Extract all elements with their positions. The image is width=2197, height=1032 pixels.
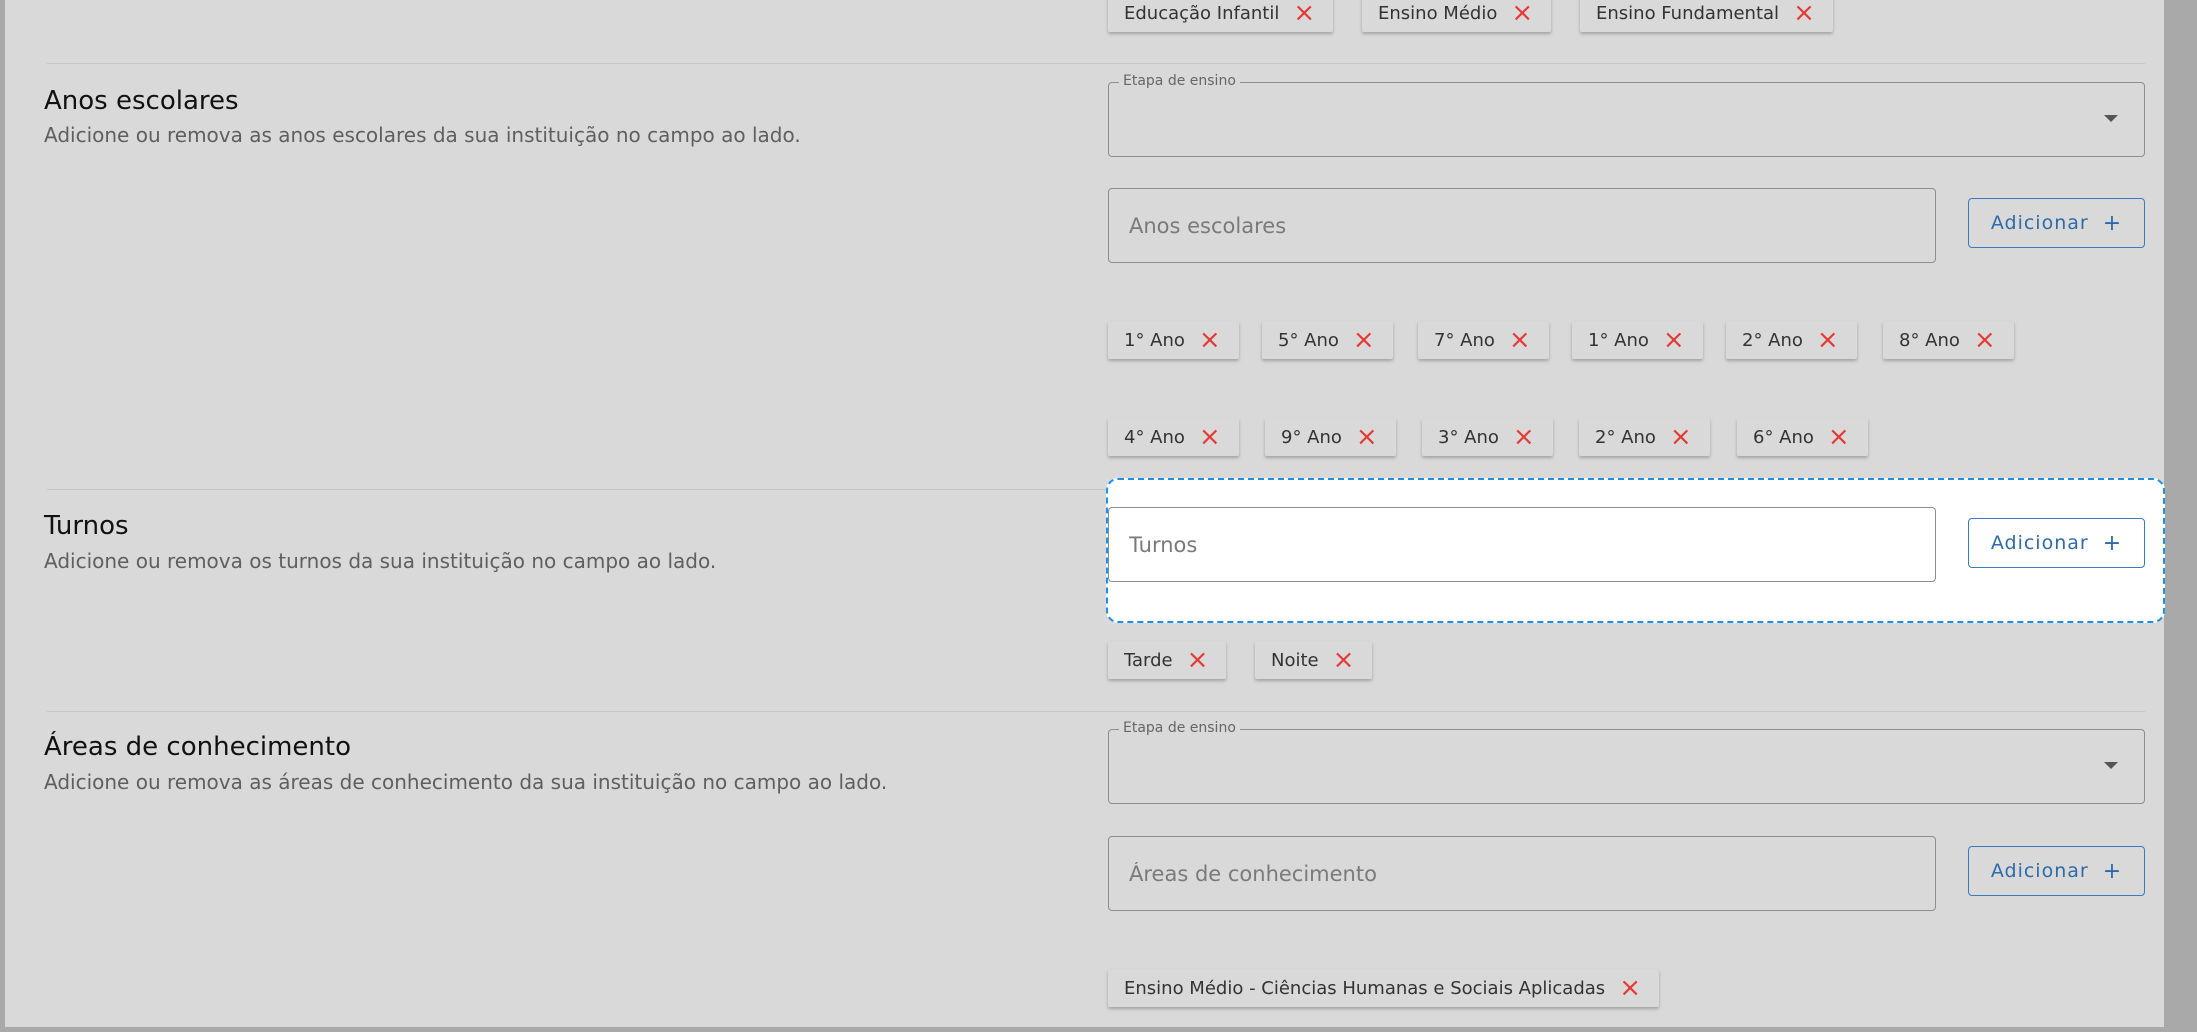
close-icon[interactable]: ×: [1670, 424, 1692, 450]
close-icon[interactable]: ×: [1293, 0, 1315, 26]
select-legend: Etapa de ensino: [1119, 73, 1240, 89]
tag-label: 8° Ano: [1899, 329, 1960, 351]
close-icon[interactable]: ×: [1199, 327, 1221, 353]
tag-etapa: Educação Infantil ×: [1108, 0, 1334, 32]
tag-ano: 2° Ano ×: [1726, 321, 1857, 359]
section-description-areas: Adicione ou remova as áreas de conhecime…: [44, 770, 888, 794]
plus-icon: +: [2102, 858, 2123, 884]
tag-label: 4° Ano: [1124, 426, 1185, 448]
add-areas-button[interactable]: Adicionar +: [1968, 846, 2145, 896]
tag-ano: 1° Ano ×: [1108, 321, 1239, 359]
tag-label: Ensino Médio - Ciências Humanas e Sociai…: [1124, 977, 1606, 999]
plus-icon: +: [2102, 530, 2123, 556]
close-icon[interactable]: ×: [1356, 424, 1378, 450]
close-icon[interactable]: ×: [1793, 0, 1815, 26]
section-description-anos: Adicione ou remova as anos escolares da …: [44, 123, 801, 147]
tag-label: Noite: [1271, 649, 1319, 671]
tag-area: Ensino Médio - Ciências Humanas e Sociai…: [1108, 969, 1659, 1007]
anos-input[interactable]: [1108, 188, 1936, 263]
tag-turno: Tarde ×: [1108, 641, 1227, 679]
select-legend: Etapa de ensino: [1119, 720, 1240, 736]
tag-label: 5° Ano: [1278, 329, 1339, 351]
tag-label: 2° Ano: [1595, 426, 1656, 448]
tag-label: 1° Ano: [1124, 329, 1185, 351]
tag-ano: 2° Ano ×: [1579, 418, 1710, 456]
tag-label: 6° Ano: [1753, 426, 1814, 448]
section-divider: [47, 711, 2145, 712]
section-description-turnos: Adicione ou remova os turnos da sua inst…: [44, 549, 717, 573]
tag-label: Educação Infantil: [1124, 2, 1280, 24]
close-icon[interactable]: ×: [1333, 647, 1355, 673]
section-title-areas: Áreas de conhecimento: [44, 732, 351, 762]
tag-ano: 7° Ano ×: [1418, 321, 1549, 359]
close-icon[interactable]: ×: [1509, 327, 1531, 353]
plus-icon: +: [2102, 210, 2123, 236]
close-icon[interactable]: ×: [1817, 327, 1839, 353]
tag-label: 9° Ano: [1281, 426, 1342, 448]
close-icon[interactable]: ×: [1511, 0, 1533, 26]
tag-ano: 6° Ano ×: [1737, 418, 1868, 456]
tag-ano: 3° Ano ×: [1422, 418, 1553, 456]
tag-ano: 5° Ano ×: [1262, 321, 1393, 359]
tag-label: 3° Ano: [1438, 426, 1499, 448]
tag-etapa: Ensino Médio ×: [1362, 0, 1552, 32]
tag-label: 7° Ano: [1434, 329, 1495, 351]
close-icon[interactable]: ×: [1513, 424, 1535, 450]
areas-input-field[interactable]: [1109, 837, 1935, 910]
tag-label: Tarde: [1124, 649, 1173, 671]
tag-ano: 1° Ano ×: [1572, 321, 1703, 359]
tag-ano: 8° Ano ×: [1883, 321, 2014, 359]
add-turnos-button[interactable]: Adicionar +: [1968, 518, 2145, 568]
turnos-input-field[interactable]: [1109, 508, 1935, 581]
etapa-select-areas[interactable]: Etapa de ensino: [1108, 720, 2145, 804]
section-title-anos: Anos escolares: [44, 86, 239, 116]
close-icon[interactable]: ×: [1619, 975, 1641, 1001]
section-title-turnos: Turnos: [44, 511, 129, 541]
tag-ano: 9° Ano ×: [1265, 418, 1396, 456]
button-label: Adicionar: [1990, 212, 2089, 234]
areas-input[interactable]: [1108, 836, 1936, 911]
tag-turno: Noite ×: [1255, 641, 1373, 679]
etapa-select-anos[interactable]: Etapa de ensino: [1108, 73, 2145, 157]
caret-down-icon[interactable]: [2104, 762, 2118, 769]
button-label: Adicionar: [1990, 860, 2089, 882]
tag-etapa: Ensino Fundamental ×: [1580, 0, 1833, 32]
settings-page: Educação Infantil × Ensino Médio × Ensin…: [5, 0, 2165, 1027]
anos-input-field[interactable]: [1109, 189, 1935, 262]
tag-label: Ensino Médio: [1378, 2, 1498, 24]
tag-label: 1° Ano: [1588, 329, 1649, 351]
tag-label: Ensino Fundamental: [1596, 2, 1780, 24]
tag-label: 2° Ano: [1742, 329, 1803, 351]
caret-down-icon[interactable]: [2104, 115, 2118, 122]
close-icon[interactable]: ×: [1828, 424, 1850, 450]
add-anos-button[interactable]: Adicionar +: [1968, 198, 2145, 248]
section-divider: [47, 63, 2145, 64]
button-label: Adicionar: [1990, 532, 2089, 554]
close-icon[interactable]: ×: [1663, 327, 1685, 353]
close-icon[interactable]: ×: [1353, 327, 1375, 353]
close-icon[interactable]: ×: [1199, 424, 1221, 450]
tag-ano: 4° Ano ×: [1108, 418, 1239, 456]
close-icon[interactable]: ×: [1187, 647, 1209, 673]
close-icon[interactable]: ×: [1974, 327, 1996, 353]
turnos-input[interactable]: [1108, 507, 1936, 582]
